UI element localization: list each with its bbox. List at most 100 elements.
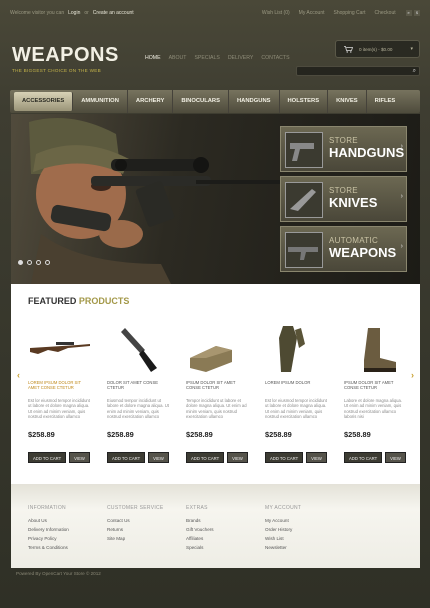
product-price: $258.89 [107, 430, 134, 439]
welcome-text: Welcome visitor you can [10, 10, 65, 16]
cart-dropdown-icon: ▾ [410, 46, 413, 52]
product-name[interactable]: IPSUM DOLOR SIT AMET CONSE CTETUR [344, 380, 407, 396]
view-button[interactable]: VIEW [69, 452, 90, 463]
footer-link[interactable]: Terms & Conditions [28, 543, 69, 552]
add-to-cart-button[interactable]: ADD TO CART [265, 452, 304, 463]
search-icon[interactable]: ⌕ [413, 68, 416, 75]
main-nav: HOME ABOUT SPECIALS DELIVERY CONTACTS [145, 55, 290, 61]
nav-delivery[interactable]: DELIVERY [228, 55, 254, 61]
footer-link[interactable]: Privacy Policy [28, 534, 69, 543]
slider-dot[interactable] [36, 260, 41, 265]
category-handguns[interactable]: HANDGUNS [229, 90, 280, 113]
nav-about[interactable]: ABOUT [169, 55, 187, 61]
wishlist-link[interactable]: Wish List (0) [262, 10, 290, 16]
search-input[interactable] [297, 75, 419, 83]
chevron-right-icon: › [400, 143, 403, 150]
product-image[interactable] [28, 324, 91, 374]
footer-link[interactable]: Contact Us [107, 516, 164, 525]
promo-title: KNIVES [329, 195, 378, 210]
footer-link[interactable]: Order History [265, 525, 301, 534]
footer-link[interactable]: Affiliates [186, 534, 214, 543]
footer-heading: CUSTOMER SERVICE [107, 505, 164, 511]
product-name[interactable]: DOLOR SIT AMET CONSE CTETUR [107, 380, 170, 396]
promo-knives[interactable]: STORE KNIVES › [280, 176, 407, 222]
view-button[interactable]: VIEW [148, 452, 169, 463]
checkout-link[interactable]: Checkout [374, 10, 395, 16]
page: Welcome visitor you can Login or Create … [0, 0, 430, 608]
footer-link[interactable]: Brands [186, 516, 214, 525]
add-to-cart-button[interactable]: ADD TO CART [344, 452, 383, 463]
my-account-link[interactable]: My Account [299, 10, 325, 16]
product-name[interactable]: LOREM IPSUM DOLOR SIT AMET CONSE CTETUR [28, 380, 91, 396]
carousel-prev-icon[interactable]: ‹ [17, 370, 20, 380]
product-card: LOREM IPSUM DOLOR SIT AMET CONSE CTETUR … [28, 324, 91, 463]
product-card: IPSUM DOLOR SIT AMET CONSE CTETUR Tempor… [186, 324, 249, 463]
product-image[interactable] [107, 324, 170, 374]
footer-link[interactable]: About Us [28, 516, 69, 525]
footer-link[interactable]: Wish List [265, 534, 301, 543]
login-link[interactable]: Login [68, 10, 80, 16]
footer-column-customer-service: CUSTOMER SERVICE Contact Us Returns Site… [107, 504, 164, 543]
carousel-next-icon[interactable]: › [411, 370, 414, 380]
add-to-cart-button[interactable]: ADD TO CART [186, 452, 225, 463]
shopping-cart-link[interactable]: Shopping Cart [334, 10, 366, 16]
chevron-right-icon: › [400, 193, 403, 200]
product-description: Eiusmod tempor incididunt ut labore et d… [107, 398, 169, 420]
chevron-right-icon: › [400, 243, 403, 250]
slider-dot[interactable] [45, 260, 50, 265]
footer: INFORMATION About Us Delivery Informatio… [11, 484, 420, 568]
cart-button[interactable]: 0 item(s) - $0.00 ▾ [335, 40, 420, 58]
promo-label: STORE [329, 136, 358, 145]
top-bar: Welcome visitor you can Login or Create … [10, 0, 420, 26]
language-switch[interactable]: e [405, 10, 412, 16]
footer-column-my-account: MY ACCOUNT My Account Order History Wish… [265, 504, 301, 552]
category-holsters[interactable]: HOLSTERS [280, 90, 329, 113]
view-button[interactable]: VIEW [385, 452, 406, 463]
product-image[interactable] [265, 324, 328, 374]
category-knives[interactable]: KNIVES [328, 90, 367, 113]
product-image[interactable] [344, 324, 407, 374]
product-price: $258.89 [265, 430, 292, 439]
slider-dots [18, 260, 50, 265]
nav-specials[interactable]: SPECIALS [194, 55, 219, 61]
featured-section: FEATURED PRODUCTS ‹ › LOREM IPSUM DOLOR … [11, 284, 420, 484]
nav-home[interactable]: HOME [145, 55, 161, 61]
footer-link[interactable]: Specials [186, 543, 214, 552]
footer-link[interactable]: Gift Vouchers [186, 525, 214, 534]
footer-link[interactable]: Delivery Information [28, 525, 69, 534]
category-rifles[interactable]: RIFLES [367, 90, 404, 113]
nav-contacts[interactable]: CONTACTS [261, 55, 289, 61]
product-name[interactable]: LOREM IPSUM DOLOR [265, 380, 328, 396]
product-card: IPSUM DOLOR SIT AMET CONSE CTETUR Labore… [344, 324, 407, 463]
footer-link[interactable]: Newsletter [265, 543, 301, 552]
category-binoculars[interactable]: BINOCULARS [173, 90, 229, 113]
create-account-link[interactable]: Create an account [93, 10, 134, 16]
product-image[interactable] [186, 324, 249, 374]
currency-switch[interactable]: $ [414, 10, 420, 16]
cart-summary: 0 item(s) - $0.00 [359, 46, 393, 52]
footer-heading: MY ACCOUNT [265, 505, 302, 511]
promo-label: STORE [329, 186, 358, 195]
product-name[interactable]: IPSUM DOLOR SIT AMET CONSE CTETUR [186, 380, 249, 396]
promo-handguns[interactable]: STORE HANDGUNS › [280, 126, 407, 172]
promo-automatic-weapons[interactable]: AUTOMATIC WEAPONS › [280, 226, 407, 272]
category-accessories[interactable]: ACCESSORIES [14, 92, 74, 111]
view-button[interactable]: VIEW [306, 452, 327, 463]
slider-dot[interactable] [18, 260, 23, 265]
footer-link[interactable]: Site Map [107, 534, 164, 543]
slider-dot[interactable] [27, 260, 32, 265]
category-ammunition[interactable]: AMMUNITION [73, 90, 128, 113]
footer-link[interactable]: Returns [107, 525, 164, 534]
view-button[interactable]: VIEW [227, 452, 248, 463]
product-description: Labore et dolore magna aliqua. Ut enim a… [344, 398, 402, 420]
logo[interactable]: WEAPONS [12, 44, 119, 67]
add-to-cart-button[interactable]: ADD TO CART [28, 452, 67, 463]
promo-title: WEAPONS [329, 245, 397, 260]
product-price: $258.89 [186, 430, 213, 439]
promo-title: HANDGUNS [329, 145, 405, 160]
category-nav: ACCESSORIES AMMUNITION ARCHERY BINOCULAR… [10, 90, 420, 113]
add-to-cart-button[interactable]: ADD TO CART [107, 452, 146, 463]
category-archery[interactable]: ARCHERY [128, 90, 174, 113]
footer-link[interactable]: My Account [265, 516, 301, 525]
footer-heading: EXTRAS [186, 505, 208, 511]
